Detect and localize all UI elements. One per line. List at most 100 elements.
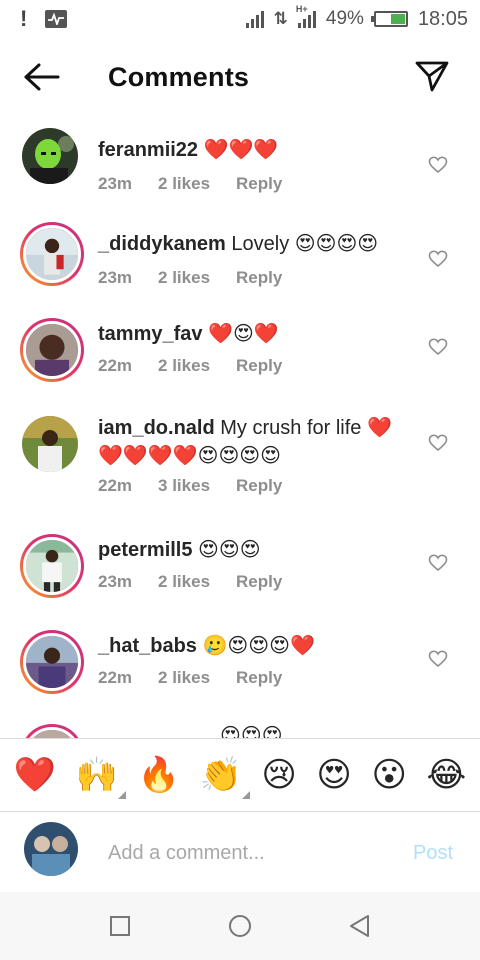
- comment-age: 23m: [98, 572, 133, 591]
- comment-age: 22m: [98, 356, 133, 375]
- reply-button[interactable]: Reply: [236, 668, 282, 688]
- comment-meta: 23m 2 likes Reply: [98, 572, 282, 592]
- avatar-image: [23, 321, 81, 379]
- page-title: Comments: [108, 62, 250, 92]
- direct-message-icon[interactable]: [414, 58, 450, 94]
- clock-time: 18:05: [417, 7, 468, 30]
- like-heart-icon[interactable]: [428, 433, 448, 453]
- comment-meta: 23m 2 likes Reply: [98, 268, 282, 288]
- comment-list[interactable]: feranmii22 ❤️❤️❤️ 23m 2 likes Reply _did…: [0, 118, 480, 738]
- current-user-avatar: [24, 822, 78, 876]
- network-type-label: H+: [295, 4, 308, 14]
- comment-meta: 23m 2 likes Reply: [98, 174, 282, 194]
- comment-text: petermill5 😍😍😍: [98, 536, 403, 564]
- comment-text: _hat_babs 🥲😍😍😍❤️: [98, 632, 403, 660]
- comment-input[interactable]: [108, 838, 398, 868]
- comment-username[interactable]: petermill5: [98, 539, 192, 561]
- comment-username[interactable]: _diddykanem: [98, 233, 226, 255]
- like-heart-icon[interactable]: [428, 155, 448, 175]
- comment-meta: 22m 2 likes Reply: [98, 356, 282, 376]
- activity-icon: [45, 10, 68, 28]
- comment-text: _diddykanem Lovely 😍😍😍😍: [98, 230, 403, 258]
- signal-icon: [245, 10, 264, 28]
- reply-button[interactable]: Reply: [236, 174, 282, 194]
- emoji-heart-button[interactable]: ❤️: [14, 755, 56, 795]
- reply-button[interactable]: Reply: [236, 572, 282, 592]
- data-transfer-icon: ⇅: [273, 9, 288, 28]
- reply-button[interactable]: Reply: [236, 356, 282, 376]
- comment-likes[interactable]: 2 likes: [158, 668, 210, 688]
- emoji-fire-button[interactable]: 🔥: [138, 755, 180, 795]
- like-heart-icon[interactable]: [428, 337, 448, 357]
- emoji-crying-button[interactable]: 😢: [261, 755, 296, 795]
- avatar-image: [22, 128, 78, 184]
- comment-text: feranmii22 ❤️❤️❤️: [98, 136, 403, 164]
- skin-tone-indicator-icon: [241, 791, 250, 799]
- comment-likes[interactable]: 2 likes: [158, 268, 210, 288]
- comment-age: 23m: [98, 174, 133, 193]
- comment-body: 😍😍😍: [220, 725, 283, 738]
- back-icon[interactable]: [346, 912, 374, 940]
- home-icon[interactable]: [226, 912, 254, 940]
- emoji-glyph: 🙌: [75, 755, 119, 795]
- comment-body: ❤️😍❤️: [208, 323, 279, 345]
- post-button[interactable]: Post: [413, 842, 453, 865]
- avatar[interactable]: [22, 128, 78, 184]
- battery-icon: [370, 11, 408, 27]
- emoji-clap-button[interactable]: 👏: [199, 755, 250, 799]
- comment-age: 22m: [98, 668, 133, 687]
- comment-likes[interactable]: 2 likes: [158, 356, 210, 376]
- recent-apps-icon[interactable]: [106, 912, 134, 940]
- avatar-image: [23, 727, 81, 738]
- comment-likes[interactable]: 2 likes: [158, 572, 210, 592]
- status-left: !: [20, 6, 68, 32]
- header: Comments: [0, 38, 480, 118]
- skin-tone-indicator-icon: [118, 791, 127, 799]
- emoji-quick-bar: ❤️ 🙌 🔥 👏 😢 😍 😮 😂: [0, 738, 480, 812]
- avatar-image: [23, 633, 81, 691]
- avatar[interactable]: [22, 416, 78, 472]
- emoji-heart-eyes-button[interactable]: 😍: [316, 755, 351, 795]
- avatar-image: [23, 225, 81, 283]
- comment-body: ❤️❤️❤️: [203, 139, 279, 161]
- battery-percent: 49%: [325, 8, 364, 29]
- comment-meta: 22m 3 likes Reply: [98, 476, 282, 496]
- like-heart-icon[interactable]: [428, 553, 448, 573]
- system-nav-bar: [0, 892, 480, 960]
- avatar[interactable]: [20, 724, 84, 738]
- comment-likes[interactable]: 2 likes: [158, 174, 210, 194]
- avatar[interactable]: [20, 222, 84, 286]
- comment-age: 23m: [98, 268, 133, 287]
- comment-text: 😍😍😍: [220, 722, 320, 738]
- emoji-glyph: 👏: [199, 755, 242, 795]
- reply-button[interactable]: Reply: [236, 476, 282, 496]
- avatar[interactable]: [20, 630, 84, 694]
- emoji-laughing-button[interactable]: 😂: [426, 755, 466, 795]
- comment-body: 😍😍😍: [198, 539, 261, 561]
- avatar[interactable]: [20, 534, 84, 598]
- comment-username[interactable]: tammy_fav: [98, 323, 203, 345]
- reply-button[interactable]: Reply: [236, 268, 282, 288]
- avatar[interactable]: [20, 318, 84, 382]
- emoji-raised-hands-button[interactable]: 🙌: [75, 755, 127, 799]
- comment-meta: 22m 2 likes Reply: [98, 668, 282, 688]
- like-heart-icon[interactable]: [428, 249, 448, 269]
- signal-hplus-icon: H+: [296, 4, 316, 28]
- avatar-image: [22, 416, 78, 472]
- like-heart-icon[interactable]: [428, 649, 448, 669]
- status-bar: ! ⇅ H+ 49% 18:05: [0, 0, 480, 38]
- comment-text: iam_do.nald My crush for life ❤️ ❤️❤️❤️❤…: [98, 414, 403, 470]
- comment-username[interactable]: iam_do.nald: [98, 417, 215, 439]
- back-arrow-icon[interactable]: [24, 62, 60, 92]
- add-comment-bar: Post: [0, 812, 480, 892]
- alert-icon: !: [20, 6, 28, 31]
- comment-username[interactable]: feranmii22: [98, 139, 198, 161]
- avatar-image: [23, 537, 81, 595]
- comment-body: 🥲😍😍😍❤️: [202, 635, 315, 657]
- comment-likes[interactable]: 3 likes: [158, 476, 210, 496]
- emoji-surprised-button[interactable]: 😮: [371, 755, 406, 795]
- comment-text: tammy_fav ❤️😍❤️: [98, 320, 403, 348]
- status-right: ⇅ H+ 49% 18:05: [245, 4, 468, 31]
- comment-username[interactable]: _hat_babs: [98, 635, 197, 657]
- comment-body: Lovely 😍😍😍😍: [231, 233, 379, 255]
